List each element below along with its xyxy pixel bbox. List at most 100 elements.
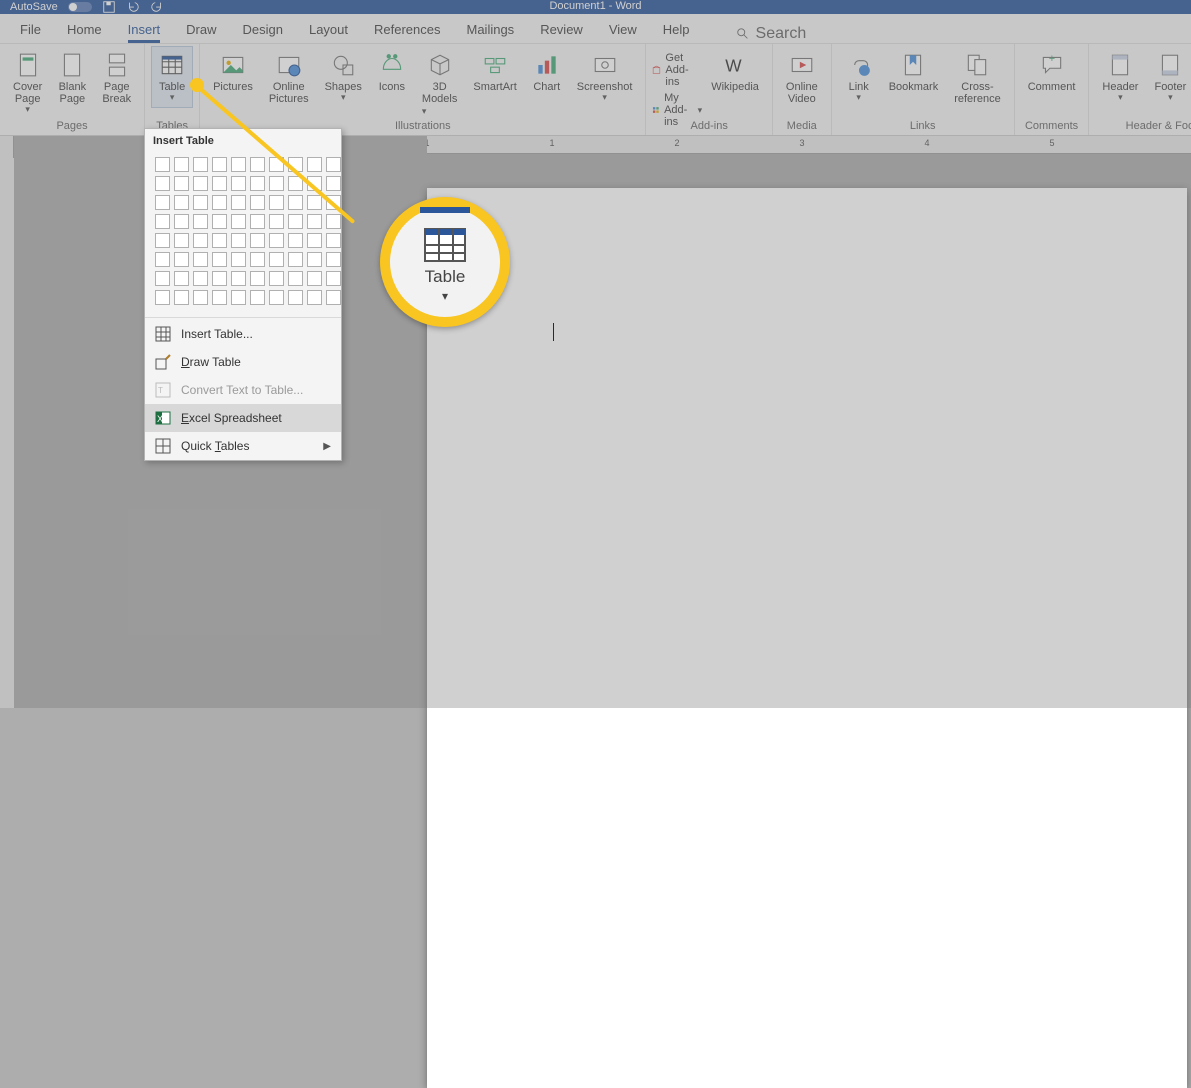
grid-cell[interactable] <box>193 195 208 210</box>
grid-cell[interactable] <box>307 252 322 267</box>
grid-cell[interactable] <box>212 157 227 172</box>
tab-draw[interactable]: Draw <box>186 16 216 43</box>
blank-page-button[interactable]: Blank Page <box>51 46 93 110</box>
insert-table-menuitem[interactable]: Insert Table... <box>145 320 341 348</box>
tab-help[interactable]: Help <box>663 16 690 43</box>
grid-cell[interactable] <box>269 252 284 267</box>
grid-cell[interactable] <box>269 290 284 305</box>
table-size-grid[interactable] <box>145 151 341 315</box>
grid-cell[interactable] <box>174 271 189 286</box>
tab-file[interactable]: File <box>20 16 41 43</box>
grid-cell[interactable] <box>326 176 341 191</box>
tab-layout[interactable]: Layout <box>309 16 348 43</box>
grid-cell[interactable] <box>307 233 322 248</box>
tab-references[interactable]: References <box>374 16 440 43</box>
grid-cell[interactable] <box>193 157 208 172</box>
grid-cell[interactable] <box>155 252 170 267</box>
grid-cell[interactable] <box>231 176 246 191</box>
grid-cell[interactable] <box>193 271 208 286</box>
header-button[interactable]: Header▾ <box>1095 46 1145 108</box>
grid-cell[interactable] <box>174 176 189 191</box>
grid-cell[interactable] <box>288 195 303 210</box>
grid-cell[interactable] <box>155 214 170 229</box>
tab-review[interactable]: Review <box>540 16 583 43</box>
grid-cell[interactable] <box>231 195 246 210</box>
wikipedia-button[interactable]: W Wikipedia <box>704 46 766 110</box>
grid-cell[interactable] <box>174 233 189 248</box>
grid-cell[interactable] <box>231 233 246 248</box>
search-box[interactable]: Search <box>736 25 807 43</box>
icons-button[interactable]: Icons <box>371 46 413 110</box>
grid-cell[interactable] <box>193 233 208 248</box>
grid-cell[interactable] <box>269 233 284 248</box>
grid-cell[interactable] <box>231 214 246 229</box>
grid-cell[interactable] <box>326 157 341 172</box>
grid-cell[interactable] <box>231 157 246 172</box>
grid-cell[interactable] <box>155 176 170 191</box>
grid-cell[interactable] <box>326 290 341 305</box>
grid-cell[interactable] <box>250 214 265 229</box>
tab-view[interactable]: View <box>609 16 637 43</box>
shapes-button[interactable]: Shapes▾ <box>318 46 369 108</box>
3d-models-button[interactable]: 3D Models ▾ <box>415 46 464 122</box>
cover-page-button[interactable]: Cover Page▾ <box>6 46 49 120</box>
grid-cell[interactable] <box>307 214 322 229</box>
autosave-toggle[interactable] <box>68 2 92 12</box>
screenshot-button[interactable]: Screenshot▾ <box>570 46 640 108</box>
grid-cell[interactable] <box>231 252 246 267</box>
grid-cell[interactable] <box>174 290 189 305</box>
grid-cell[interactable] <box>307 157 322 172</box>
grid-cell[interactable] <box>231 271 246 286</box>
grid-cell[interactable] <box>250 195 265 210</box>
grid-cell[interactable] <box>174 195 189 210</box>
grid-cell[interactable] <box>269 271 284 286</box>
grid-cell[interactable] <box>174 252 189 267</box>
footer-button[interactable]: Footer▾ <box>1147 46 1191 108</box>
smartart-button[interactable]: SmartArt <box>466 46 523 110</box>
grid-cell[interactable] <box>326 271 341 286</box>
chart-button[interactable]: Chart <box>526 46 568 110</box>
tab-design[interactable]: Design <box>243 16 283 43</box>
grid-cell[interactable] <box>193 176 208 191</box>
grid-cell[interactable] <box>231 290 246 305</box>
grid-cell[interactable] <box>326 214 341 229</box>
grid-cell[interactable] <box>269 195 284 210</box>
quick-tables-menuitem[interactable]: Quick Tables ▶ <box>145 432 341 460</box>
get-addins-button[interactable]: Get Add-ins <box>652 52 702 88</box>
grid-cell[interactable] <box>212 252 227 267</box>
grid-cell[interactable] <box>269 214 284 229</box>
grid-cell[interactable] <box>250 233 265 248</box>
excel-spreadsheet-menuitem[interactable]: X Excel Spreadsheet <box>145 404 341 432</box>
grid-cell[interactable] <box>212 233 227 248</box>
comment-button[interactable]: + Comment <box>1021 46 1083 110</box>
grid-cell[interactable] <box>250 157 265 172</box>
online-pictures-button[interactable]: Online Pictures <box>262 46 316 110</box>
grid-cell[interactable] <box>212 176 227 191</box>
link-button[interactable]: Link▾ <box>838 46 880 108</box>
tab-home[interactable]: Home <box>67 16 102 43</box>
grid-cell[interactable] <box>155 290 170 305</box>
grid-cell[interactable] <box>250 290 265 305</box>
bookmark-button[interactable]: Bookmark <box>882 46 946 110</box>
grid-cell[interactable] <box>193 214 208 229</box>
grid-cell[interactable] <box>193 252 208 267</box>
tab-mailings[interactable]: Mailings <box>467 16 515 43</box>
table-button[interactable]: Table ▾ <box>151 46 193 108</box>
tab-insert[interactable]: Insert <box>128 16 161 43</box>
grid-cell[interactable] <box>174 214 189 229</box>
grid-cell[interactable] <box>288 233 303 248</box>
grid-cell[interactable] <box>288 290 303 305</box>
grid-cell[interactable] <box>155 157 170 172</box>
grid-cell[interactable] <box>193 290 208 305</box>
page-break-button[interactable]: Page Break <box>95 46 138 110</box>
grid-cell[interactable] <box>174 157 189 172</box>
document-page[interactable] <box>427 188 1187 1088</box>
grid-cell[interactable] <box>250 271 265 286</box>
grid-cell[interactable] <box>307 271 322 286</box>
grid-cell[interactable] <box>212 195 227 210</box>
grid-cell[interactable] <box>212 271 227 286</box>
grid-cell[interactable] <box>288 252 303 267</box>
grid-cell[interactable] <box>155 233 170 248</box>
grid-cell[interactable] <box>288 214 303 229</box>
vertical-ruler[interactable] <box>0 158 14 708</box>
